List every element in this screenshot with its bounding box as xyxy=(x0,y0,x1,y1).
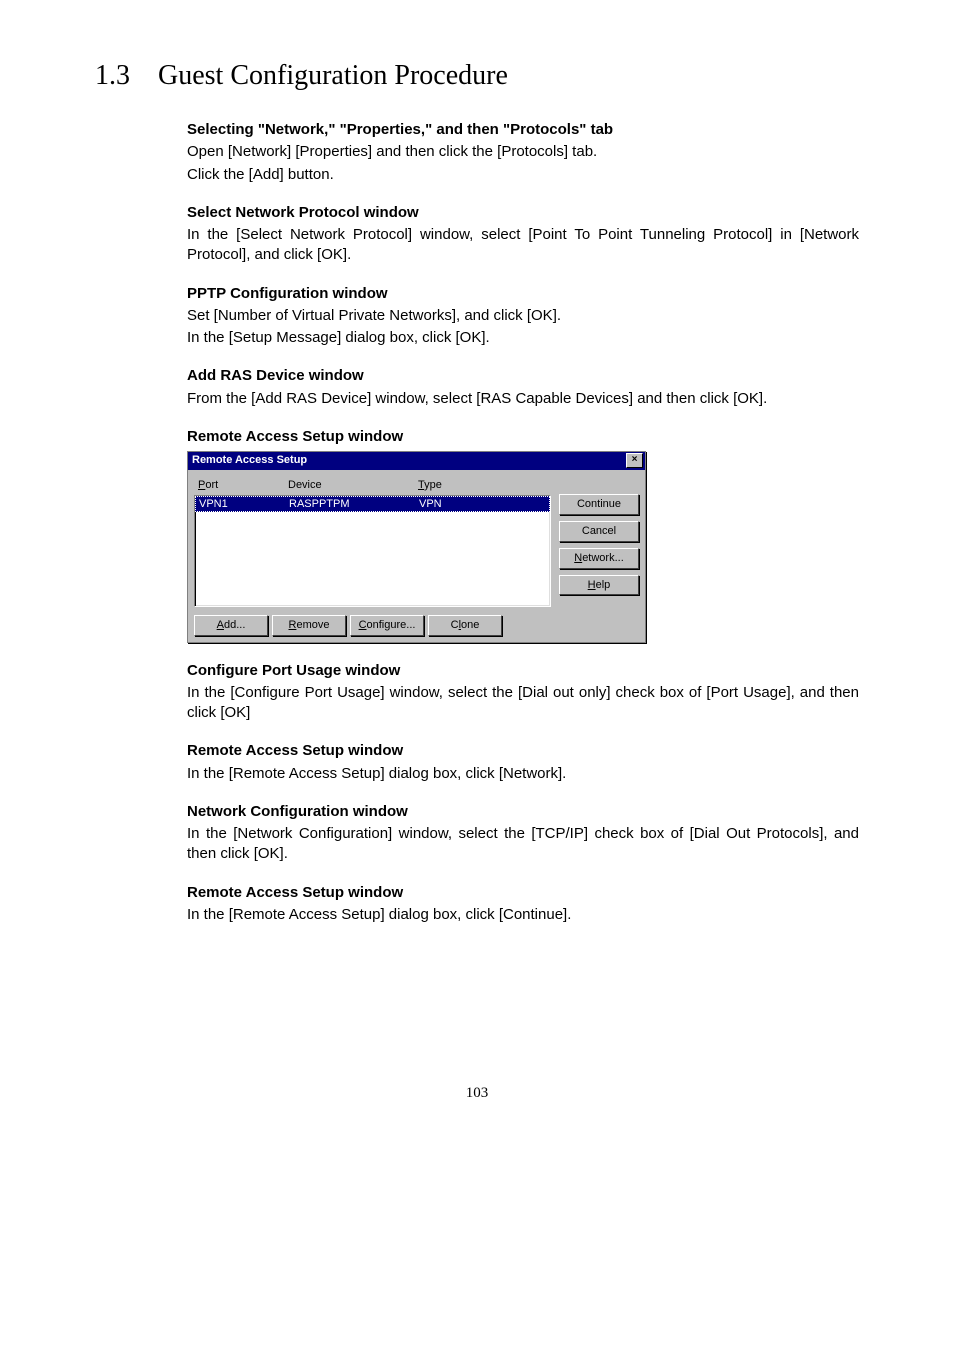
cell-port: VPN1 xyxy=(199,497,289,511)
clone-button[interactable]: Clone xyxy=(428,615,502,636)
para: From the [Add RAS Device] window, select… xyxy=(187,389,859,409)
add-button[interactable]: Add... xyxy=(194,615,268,636)
header-port-rest: ort xyxy=(205,479,218,491)
page-number: 103 xyxy=(95,1085,859,1102)
dialog-titlebar: Remote Access Setup × xyxy=(188,452,645,470)
cell-type: VPN xyxy=(419,497,546,511)
para: In the [Network Configuration] window, s… xyxy=(187,824,859,865)
subhead-selecting: Selecting "Network," "Properties," and t… xyxy=(187,120,859,140)
section-number: 1.3 xyxy=(95,60,130,92)
para: Click the [Add] button. xyxy=(187,165,859,185)
section-heading: 1.3 Guest Configuration Procedure xyxy=(95,60,859,92)
section-title-text: Guest Configuration Procedure xyxy=(158,60,508,92)
network-button[interactable]: Network... xyxy=(559,548,639,569)
subhead-ras-setup-2: Remote Access Setup window xyxy=(187,741,859,761)
dialog-title: Remote Access Setup xyxy=(192,453,307,468)
subhead-select-protocol: Select Network Protocol window xyxy=(187,203,859,223)
cell-device: RASPPTPM xyxy=(289,497,419,511)
para: In the [Remote Access Setup] dialog box,… xyxy=(187,764,859,784)
para: In the [Select Network Protocol] window,… xyxy=(187,225,859,266)
subhead-add-ras: Add RAS Device window xyxy=(187,366,859,386)
list-item[interactable]: VPN1 RASPPTPM VPN xyxy=(195,496,550,512)
subhead-configure-port: Configure Port Usage window xyxy=(187,661,859,681)
configure-button[interactable]: Configure... xyxy=(350,615,424,636)
para: In the [Configure Port Usage] window, se… xyxy=(187,683,859,724)
subhead-ras-setup-3: Remote Access Setup window xyxy=(187,883,859,903)
header-type-rest: ype xyxy=(424,479,442,491)
subhead-ras-setup: Remote Access Setup window xyxy=(187,427,859,447)
subhead-pptp: PPTP Configuration window xyxy=(187,284,859,304)
para: Open [Network] [Properties] and then cli… xyxy=(187,142,859,162)
para: Set [Number of Virtual Private Networks]… xyxy=(187,306,859,326)
subhead-network-config: Network Configuration window xyxy=(187,802,859,822)
device-listbox[interactable]: VPN1 RASPPTPM VPN xyxy=(194,495,551,607)
para: In the [Remote Access Setup] dialog box,… xyxy=(187,905,859,925)
close-icon[interactable]: × xyxy=(626,453,643,468)
list-headers: Port Device Type xyxy=(194,476,551,495)
remove-button[interactable]: Remove xyxy=(272,615,346,636)
help-button[interactable]: Help xyxy=(559,575,639,596)
cancel-button[interactable]: Cancel xyxy=(559,521,639,542)
continue-button[interactable]: Continue xyxy=(559,494,639,515)
para: In the [Setup Message] dialog box, click… xyxy=(187,328,859,348)
header-device: Device xyxy=(288,479,322,491)
remote-access-setup-dialog: Remote Access Setup × Port Device Type V… xyxy=(187,451,646,643)
